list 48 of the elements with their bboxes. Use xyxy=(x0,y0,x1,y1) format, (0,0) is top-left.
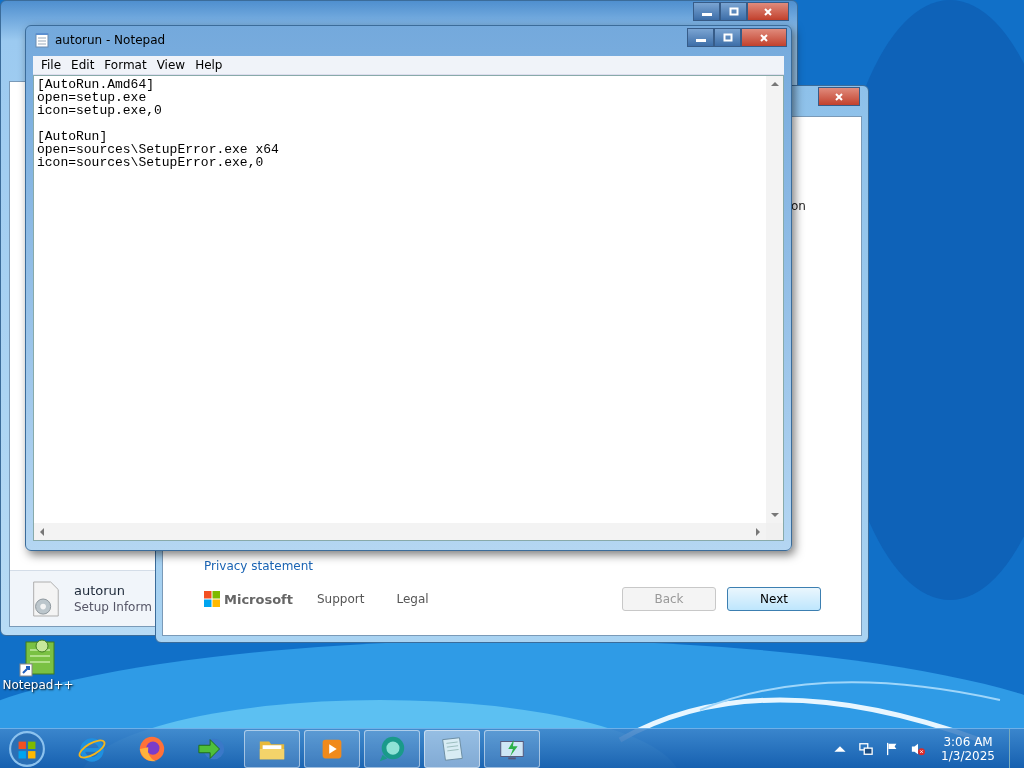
file-type: Setup Inform xyxy=(74,600,152,614)
vertical-scrollbar[interactable] xyxy=(766,76,783,523)
maximize-icon xyxy=(728,6,739,17)
footer-link[interactable]: Support xyxy=(317,592,365,606)
window-title: autorun - Notepad xyxy=(55,33,166,47)
taskbar-button[interactable] xyxy=(424,729,480,768)
minimize-button[interactable] xyxy=(693,2,720,21)
maximize-button[interactable] xyxy=(720,2,747,21)
close-button[interactable] xyxy=(818,87,860,106)
menu-item[interactable]: View xyxy=(151,58,191,72)
desktop-icon-label[interactable]: Notepad++ xyxy=(2,678,74,692)
taskbar-button[interactable] xyxy=(364,729,420,768)
taskbar-button[interactable] xyxy=(304,729,360,768)
scroll-right-icon[interactable] xyxy=(755,527,761,536)
notepad-icon xyxy=(35,32,49,48)
speaker-icon[interactable] xyxy=(911,741,926,756)
minimize-icon xyxy=(701,13,712,16)
clock-date[interactable]: 1/3/2025 xyxy=(941,748,995,763)
horizontal-scrollbar[interactable] xyxy=(34,523,766,540)
privacy-link[interactable]: Privacy statement xyxy=(204,559,314,573)
close-button[interactable] xyxy=(741,28,787,47)
taskbar-button[interactable] xyxy=(484,729,540,768)
close-icon xyxy=(759,32,769,43)
start-button[interactable] xyxy=(8,729,46,768)
menu-item[interactable]: Edit xyxy=(66,58,100,72)
close-icon xyxy=(834,91,844,102)
scroll-up-icon[interactable] xyxy=(770,81,779,87)
maximize-button[interactable] xyxy=(714,28,741,47)
footer-link[interactable]: Legal xyxy=(396,592,429,606)
network-icon[interactable] xyxy=(859,741,874,756)
notepad-plus-icon[interactable] xyxy=(18,638,58,678)
close-button[interactable] xyxy=(747,2,789,21)
minimize-button[interactable] xyxy=(687,28,714,47)
scroll-down-icon[interactable] xyxy=(770,512,779,518)
minimize-icon xyxy=(695,39,706,42)
taskbar-button[interactable] xyxy=(244,729,300,768)
menu-item[interactable]: Format xyxy=(99,58,152,72)
dialog-button[interactable]: Next xyxy=(727,587,821,611)
logo-icon xyxy=(204,591,220,607)
file-name: autorun xyxy=(74,583,127,598)
close-icon xyxy=(763,6,773,17)
menu-item[interactable]: File xyxy=(36,58,67,72)
body-text: on xyxy=(791,199,806,213)
restore-icon xyxy=(722,32,733,43)
clock-time[interactable]: 3:06 AM xyxy=(943,734,993,749)
scroll-left-icon[interactable] xyxy=(39,527,45,536)
brand-name: Microsoft xyxy=(224,591,293,607)
menu-item[interactable]: Help xyxy=(190,58,228,72)
